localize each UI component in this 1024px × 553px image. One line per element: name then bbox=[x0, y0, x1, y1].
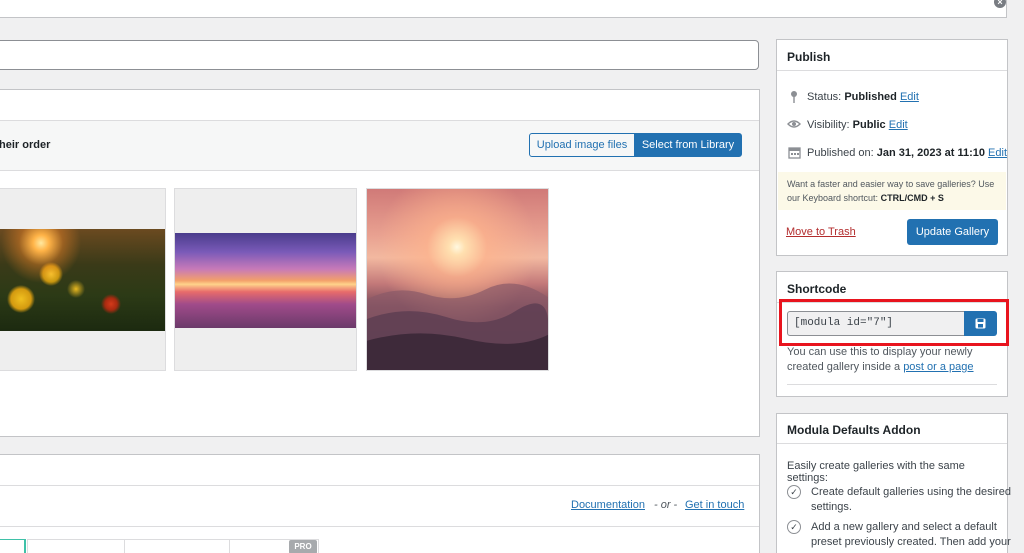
drag-order-hint: heir order bbox=[0, 139, 51, 151]
status-row: Status: Published Edit bbox=[807, 91, 919, 103]
shortcode-highlight-annotation bbox=[779, 299, 1009, 346]
status-value: Published bbox=[844, 91, 897, 103]
checkmark-icon: ✓ bbox=[787, 520, 801, 534]
published-on-row: Published on: Jan 31, 2023 at 11:10 Edit bbox=[807, 147, 1008, 159]
keyboard-shortcut-tip: Want a faster and easier way to save gal… bbox=[778, 172, 1006, 210]
gallery-thumbnail-sky[interactable] bbox=[174, 188, 357, 371]
settings-tab[interactable] bbox=[124, 539, 230, 553]
sky-image bbox=[175, 233, 356, 328]
publish-box: Publish Status: Published Edit Visibilit… bbox=[776, 39, 1008, 256]
update-gallery-button[interactable]: Update Gallery bbox=[907, 219, 998, 245]
addon-title: Modula Defaults Addon bbox=[787, 423, 921, 437]
top-notice-bar: × bbox=[0, 0, 1007, 18]
defaults-addon-box: Modula Defaults Addon Easily create gall… bbox=[776, 413, 1011, 553]
gallery-toolbar: heir order Upload image files Select fro… bbox=[0, 121, 759, 171]
gallery-title-input[interactable] bbox=[0, 40, 759, 70]
post-or-page-link[interactable]: post or a page bbox=[903, 361, 973, 373]
flowers-image bbox=[0, 229, 165, 331]
edit-visibility-link[interactable]: Edit bbox=[889, 119, 908, 131]
settings-tab[interactable] bbox=[27, 539, 125, 553]
close-icon[interactable]: × bbox=[994, 0, 1006, 8]
documentation-link[interactable]: Documentation bbox=[571, 499, 645, 511]
tip-shortcut: CTRL/CMD + S bbox=[880, 193, 944, 203]
gallery-box-header bbox=[0, 90, 759, 121]
visibility-row: Visibility: Public Edit bbox=[807, 119, 908, 131]
gallery-thumbnail-flowers[interactable] bbox=[0, 188, 166, 371]
move-to-trash-link[interactable]: Move to Trash bbox=[786, 226, 856, 238]
addon-intro: Easily create galleries with the same se… bbox=[787, 460, 965, 484]
edit-status-link[interactable]: Edit bbox=[900, 91, 919, 103]
settings-tab-active[interactable] bbox=[0, 539, 26, 553]
visibility-value: Public bbox=[852, 119, 886, 131]
upload-image-files-button[interactable]: Upload image files bbox=[529, 133, 635, 157]
edit-date-link[interactable]: Edit bbox=[988, 147, 1007, 159]
settings-box-header bbox=[0, 455, 759, 486]
shortcode-title: Shortcode bbox=[787, 282, 847, 296]
help-links-row: Documentation - or - Get in touch bbox=[0, 486, 759, 527]
get-in-touch-link[interactable]: Get in touch bbox=[685, 499, 744, 511]
published-date: Jan 31, 2023 at 11:10 bbox=[876, 147, 985, 159]
gallery-thumbnail-sunset[interactable] bbox=[366, 188, 549, 371]
gallery-settings-box: Documentation - or - Get in touch PRO bbox=[0, 454, 760, 553]
pro-badge: PRO bbox=[289, 540, 317, 553]
sunset-image bbox=[367, 189, 548, 370]
publish-title: Publish bbox=[787, 50, 831, 64]
gallery-images-box: heir order Upload image files Select fro… bbox=[0, 89, 760, 437]
pin-icon bbox=[787, 90, 801, 104]
or-separator: - or - bbox=[654, 499, 678, 511]
eye-icon bbox=[787, 118, 801, 132]
select-from-library-button[interactable]: Select from Library bbox=[634, 133, 742, 157]
checkmark-icon: ✓ bbox=[787, 485, 801, 499]
calendar-icon bbox=[787, 146, 801, 160]
